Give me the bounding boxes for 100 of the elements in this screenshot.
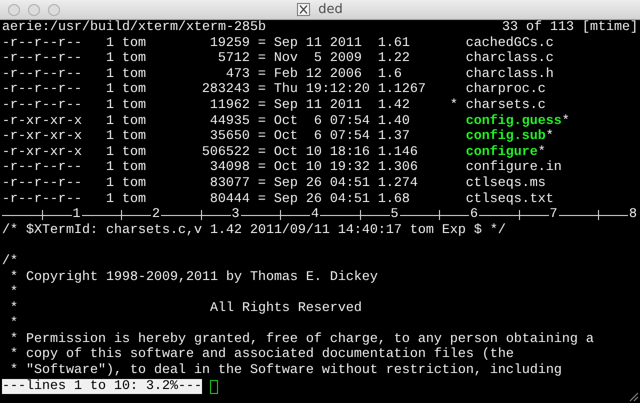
file-owner: tom [122, 82, 146, 98]
file-name[interactable]: ctlseqs.txt [466, 192, 554, 208]
equals-sign: = [258, 36, 266, 52]
equals-sign: = [258, 51, 266, 67]
file-size: 473 [226, 66, 250, 82]
link-count: 1 [106, 82, 114, 98]
revision-number: 1.22 [378, 51, 410, 67]
window-control-button[interactable] [48, 4, 60, 16]
source-line: * copy of this software and associated documentation files (the [8, 347, 514, 363]
equals-sign: = [258, 176, 266, 192]
file-date: Oct 10 19:32 [274, 160, 370, 176]
equals-sign: = [258, 192, 266, 208]
file-date: Nov 5 2009 [274, 51, 362, 67]
file-mode: -r--r--r-- [2, 176, 82, 192]
revision-number: 1.40 [378, 114, 410, 130]
file-name[interactable]: charsets.c [466, 98, 546, 114]
equals-sign: = [258, 82, 266, 98]
file-mode: -r--r--r-- [2, 160, 82, 176]
file-name[interactable]: config.sub [466, 129, 546, 145]
window-title: ded [318, 0, 343, 19]
file-size: 44935 [210, 114, 250, 130]
link-count: 1 [106, 66, 114, 82]
equals-sign: = [258, 66, 266, 82]
equals-sign: = [258, 129, 266, 145]
equals-sign: = [258, 144, 266, 160]
revision-number: 1.6 [378, 66, 402, 82]
file-date: Oct 6 07:54 [274, 129, 370, 145]
link-count: 1 [106, 144, 114, 160]
link-count: 1 [106, 36, 114, 52]
directory-path: aerie:/usr/build/xterm/xterm-285b [2, 20, 266, 36]
file-mode: -r--r--r-- [2, 36, 82, 52]
file-name[interactable]: configure [466, 144, 538, 160]
file-date: Sep 11 2011 [274, 36, 362, 52]
file-name[interactable]: ctlseqs.ms [466, 176, 546, 192]
file-mode: -r-xr-xr-x [2, 129, 82, 145]
file-owner: tom [122, 51, 146, 67]
file-position: 33 of 113 [mtime] [502, 20, 638, 36]
file-size: 35650 [210, 129, 250, 145]
file-owner: tom [122, 36, 146, 52]
file-date: Sep 26 04:51 [274, 176, 370, 192]
file-name[interactable]: cachedGCs.c [466, 36, 554, 52]
source-line: * [8, 285, 18, 301]
file-mode: -r-xr-xr-x [2, 114, 82, 130]
source-line: * "Software"), to deal in the Software without restriction, including [8, 363, 562, 379]
revision-number: 1.68 [378, 192, 410, 208]
file-size: 19259 [210, 36, 250, 52]
revision-number: 1.37 [378, 129, 410, 145]
file-owner: tom [122, 66, 146, 82]
link-count: 1 [106, 98, 114, 114]
file-size: 506522 [202, 144, 250, 160]
file-date: Sep 11 2011 [274, 98, 362, 114]
file-name[interactable]: charclass.c [466, 51, 554, 67]
revision-number: 1.274 [378, 176, 418, 192]
link-count: 1 [106, 51, 114, 67]
source-line: * [8, 316, 18, 332]
file-name[interactable]: charproc.c [466, 82, 546, 98]
file-owner: tom [122, 114, 146, 130]
resize-grip-icon[interactable] [628, 391, 639, 402]
file-date: Feb 12 2006 [274, 66, 362, 82]
source-line: * Copyright 1998-2009,2011 by Thomas E. Dickey [8, 270, 378, 285]
revision-number: 1.146 [378, 144, 418, 160]
equals-sign: = [258, 114, 266, 130]
file-owner: tom [122, 98, 146, 114]
file-date: Oct 10 18:16 [274, 144, 370, 160]
file-date: Sep 26 04:51 [274, 192, 370, 208]
x-logo-icon [297, 3, 310, 16]
revision-number: 1.61 [378, 36, 410, 52]
source-line: /* [2, 254, 18, 270]
executable-mark: * [546, 129, 554, 145]
file-owner: tom [122, 129, 146, 145]
file-size: 5712 [218, 51, 250, 67]
file-name[interactable]: config.guess [466, 114, 562, 130]
file-mode: -r--r--r-- [2, 66, 82, 82]
revision-number: 1.306 [378, 160, 418, 176]
file-mode: -r--r--r-- [2, 192, 82, 208]
revision-number: 1.1267 [378, 82, 426, 98]
file-owner: tom [122, 192, 146, 208]
file-owner: tom [122, 176, 146, 192]
file-name[interactable]: configure.in [466, 160, 562, 176]
link-count: 1 [106, 176, 114, 192]
file-size: 283243 [202, 82, 250, 98]
revision-number: 1.42 [378, 98, 410, 114]
text-cursor [210, 380, 218, 394]
equals-sign: = [258, 98, 266, 114]
source-line: * Permission is hereby granted, free of charge, to any person obtaining a [8, 332, 594, 347]
file-name[interactable]: charclass.h [466, 66, 554, 82]
file-mode: -r--r--r-- [2, 98, 82, 114]
file-size: 83077 [210, 176, 250, 192]
file-owner: tom [122, 160, 146, 176]
file-date: Thu 19:12:20 [274, 82, 370, 98]
link-count: 1 [106, 129, 114, 145]
window-control-button[interactable] [28, 4, 40, 16]
file-mode: -r-xr-xr-x [2, 144, 82, 160]
file-size: 80444 [210, 192, 250, 208]
file-mode: -r--r--r-- [2, 82, 82, 98]
window-control-button[interactable] [8, 4, 20, 16]
source-line: /* $XTermId: charsets.c,v 1.42 2011/09/11 14:40:17 tom Exp $ */ [2, 222, 506, 238]
current-file-mark: * [450, 98, 458, 114]
file-date: Oct 6 07:54 [274, 114, 370, 130]
link-count: 1 [106, 160, 114, 176]
